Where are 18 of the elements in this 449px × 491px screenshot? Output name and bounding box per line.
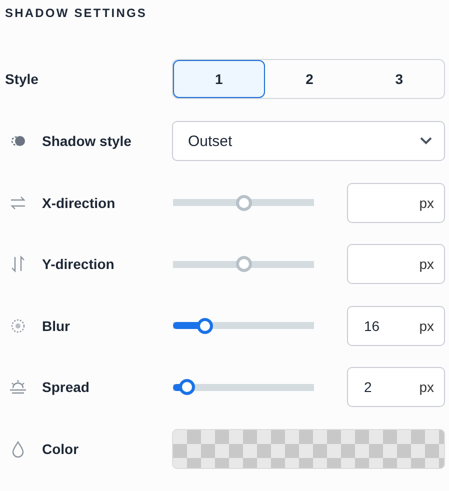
style-label: Style [5,71,40,87]
setting-label: X-direction [42,194,116,211]
style-option[interactable]: 3 [354,60,444,98]
style-option[interactable]: 2 [264,60,354,98]
setting-label: Spread [42,379,90,396]
chevron-down-icon [420,137,432,145]
shadow-style-dropdown[interactable]: Outset [172,121,445,161]
color-swatch[interactable] [172,428,445,469]
number-field[interactable]: 16 px [347,306,445,346]
setting-label: Color [42,440,79,457]
number-field[interactable]: px [347,244,445,284]
setting-label: Y-direction [42,256,114,272]
setting-label: Shadow style [42,133,132,149]
setting-label: Blur [42,318,70,334]
section-heading: SHADOW SETTINGS [5,6,148,22]
number-field[interactable]: px [347,182,445,223]
style-option[interactable]: 1 [173,60,265,98]
number-field[interactable]: 2 px [347,367,445,408]
